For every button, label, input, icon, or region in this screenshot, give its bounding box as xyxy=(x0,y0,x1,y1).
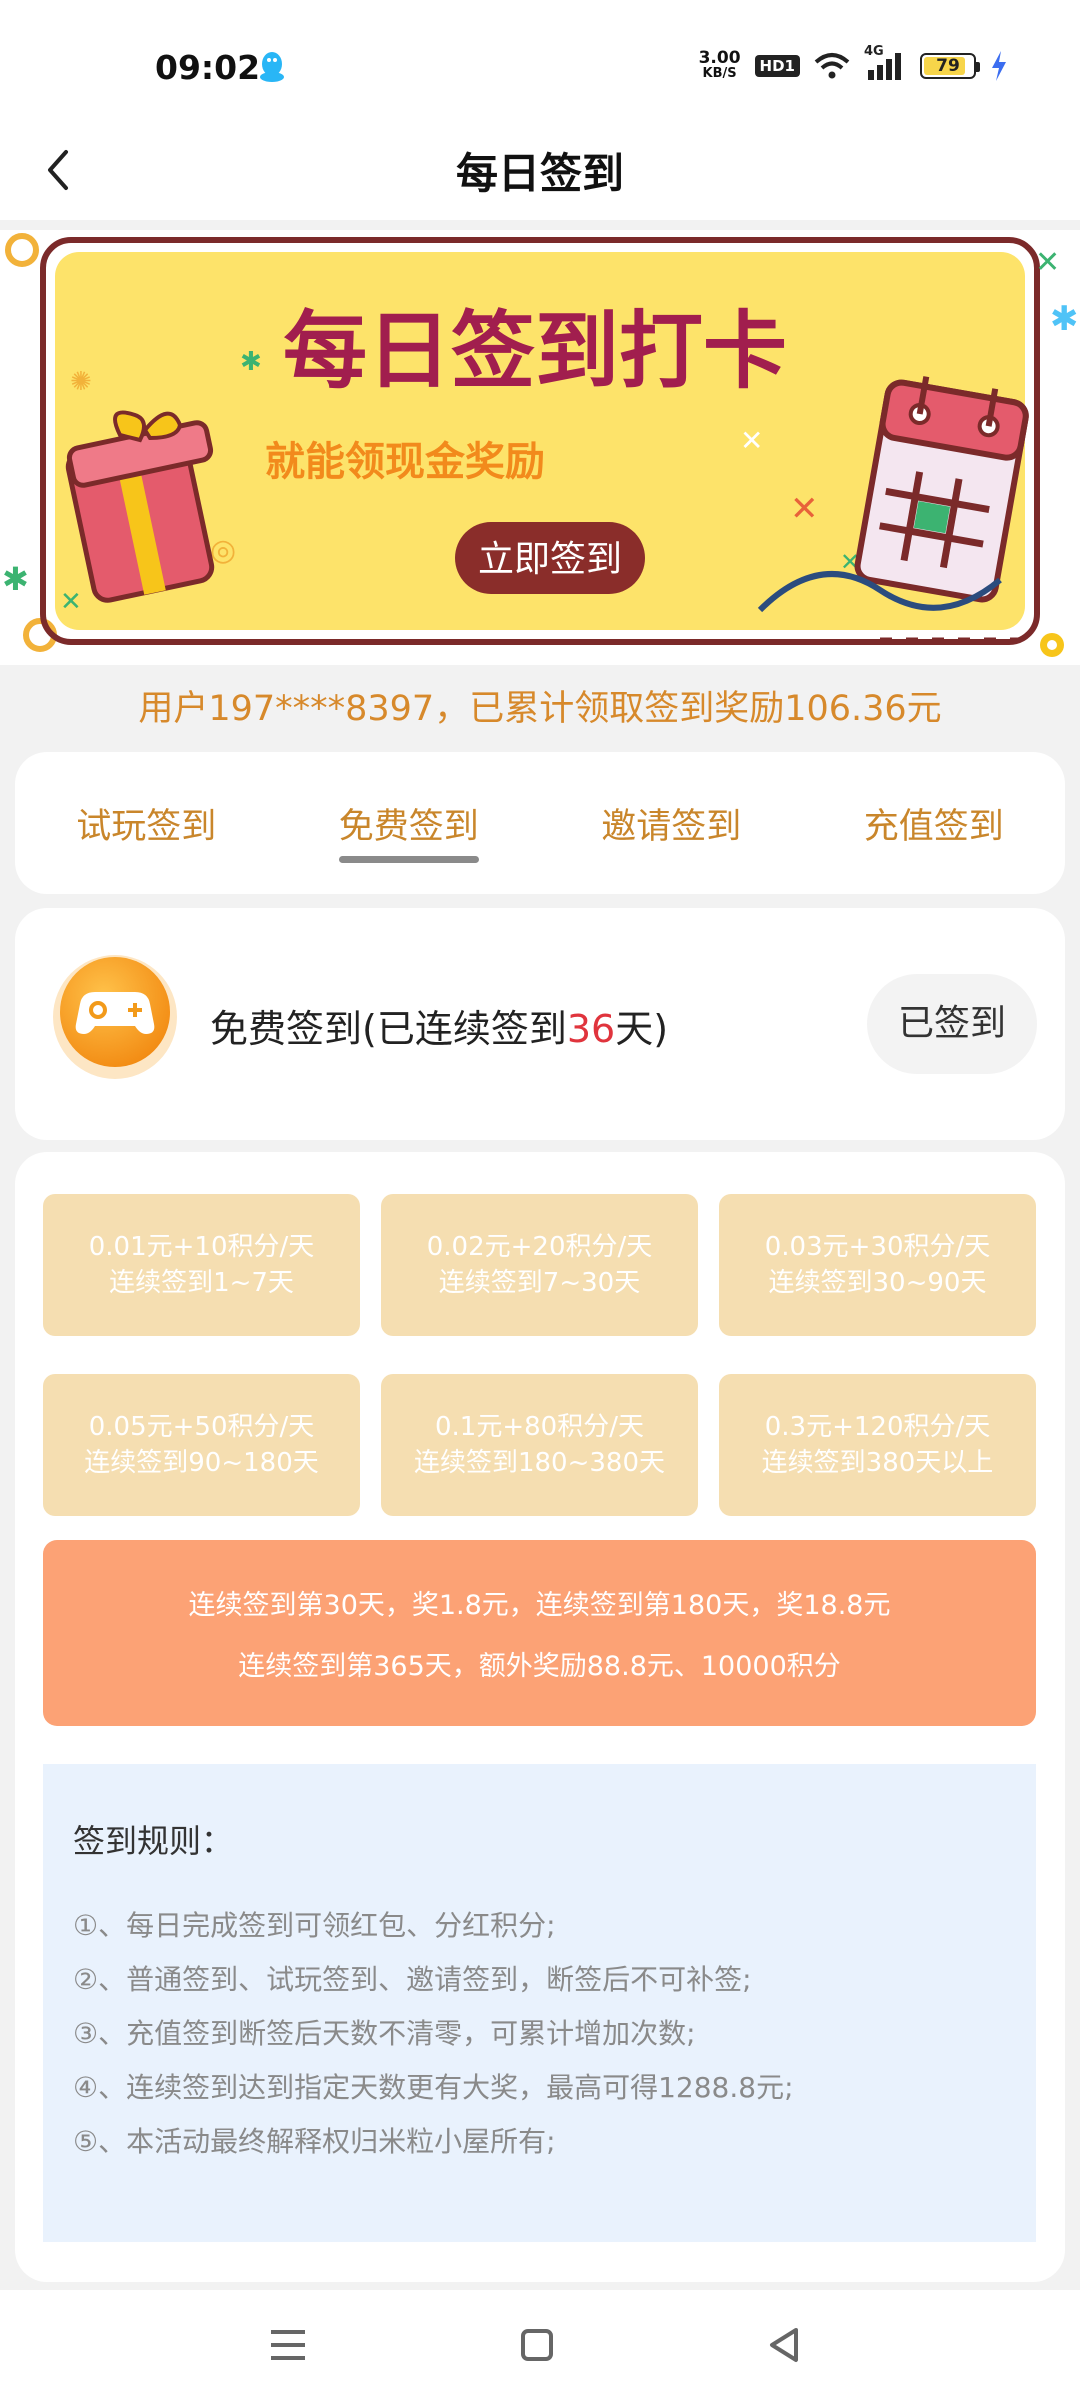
svg-text:✱: ✱ xyxy=(240,347,262,377)
bonus-line: 连续签到第30天，奖1.8元，连续签到第180天，奖18.8元 xyxy=(188,1590,891,1621)
gamepad-icon xyxy=(53,955,177,1079)
tier-card: 0.05元+50积分/天 连续签到90~180天 xyxy=(43,1374,360,1516)
daily-checkin-banner[interactable]: ✕ ✱ ✱ ✱ ✕ ✕ ✕ ✕ ◎ ✺ 每日签到打卡 就能领现金奖励 立即签到 xyxy=(0,230,1080,665)
svg-text:✱: ✱ xyxy=(2,560,29,598)
checkin-status-card: 免费签到(已连续签到36天) 已签到 xyxy=(15,908,1065,1140)
cellular-signal-icon: 4G xyxy=(864,44,906,82)
network-speed: 3.00 KB/S xyxy=(698,48,741,82)
tier-card: 0.02元+20积分/天 连续签到7~30天 xyxy=(381,1194,698,1336)
hd-icon: HD1 xyxy=(754,55,800,77)
status-bar: 09:02 3.00 KB/S HD1 4G 79 xyxy=(0,0,1080,120)
charging-bolt-icon xyxy=(992,51,1006,81)
svg-text:◎: ◎ xyxy=(210,533,236,568)
tier-card: 0.03元+30积分/天 连续签到30~90天 xyxy=(719,1194,1036,1336)
app-header: 每日签到 xyxy=(0,120,1080,220)
svg-text:✕: ✕ xyxy=(790,489,819,529)
back-triangle-icon[interactable] xyxy=(760,2320,810,2370)
rule-item: ④、连续签到达到指定天数更有大奖，最高可得1288.8元; xyxy=(73,2071,794,2104)
qq-penguin-icon xyxy=(260,52,284,82)
tier-card: 0.1元+80积分/天 连续签到180~380天 xyxy=(381,1374,698,1516)
rules-box: 签到规则： ①、每日完成签到可领红包、分红积分; ②、普通签到、试玩签到、邀请签… xyxy=(43,1764,1036,2242)
tier-card: 0.01元+10积分/天 连续签到1~7天 xyxy=(43,1194,360,1336)
banner-button-label: 立即签到 xyxy=(478,539,622,580)
system-nav-bar xyxy=(0,2290,1080,2400)
menu-icon[interactable] xyxy=(263,2320,313,2370)
svg-text:✕: ✕ xyxy=(60,587,82,617)
rule-item: ①、每日完成签到可领红包、分红积分; xyxy=(73,1909,556,1942)
page-title: 每日签到 xyxy=(455,149,624,198)
rules-title: 签到规则： xyxy=(73,1822,234,1860)
tier-card: 0.3元+120积分/天 连续签到380天以上 xyxy=(719,1374,1036,1516)
rule-item: ⑤、本活动最终解释权归米粒小屋所有; xyxy=(73,2125,556,2158)
svg-text:✕: ✕ xyxy=(740,424,763,457)
rules-list: ①、每日完成签到可领红包、分红积分; ②、普通签到、试玩签到、邀请签到，断签后不… xyxy=(73,1899,794,2169)
tab-invite-checkin[interactable]: 邀请签到 xyxy=(591,788,751,859)
banner-subline: 就能领现金奖励 xyxy=(265,439,545,485)
bonus-line: 连续签到第365天，额外奖励88.8元、10000积分 xyxy=(238,1651,841,1682)
consecutive-days-text: 免费签到(已连续签到36天) xyxy=(210,1007,669,1051)
tab-recharge-checkin[interactable]: 充值签到 xyxy=(854,788,1014,859)
wifi-icon xyxy=(814,53,850,79)
reward-summary: 用户197****8397，已累计领取签到奖励106.36元 xyxy=(138,689,942,729)
rule-item: ②、普通签到、试玩签到、邀请签到，断签后不可补签; xyxy=(73,1963,752,1996)
checkin-tabs: 试玩签到 免费签到 邀请签到 充值签到 xyxy=(15,752,1065,894)
battery-icon: 79 xyxy=(920,53,980,79)
banner-headline: 每日签到打卡 xyxy=(283,302,787,400)
svg-text:✱: ✱ xyxy=(1050,299,1079,339)
tab-trial-checkin[interactable]: 试玩签到 xyxy=(66,788,226,859)
home-icon[interactable] xyxy=(512,2320,562,2370)
bonus-rewards-box: 连续签到第30天，奖1.8元，连续签到第180天，奖18.8元 连续签到第365… xyxy=(43,1540,1036,1726)
rewards-card: 0.01元+10积分/天 连续签到1~7天 0.02元+20积分/天 连续签到7… xyxy=(15,1152,1065,2282)
rule-item: ③、充值签到断签后天数不清零，可累计增加次数; xyxy=(73,2017,696,2050)
svg-text:✺: ✺ xyxy=(70,367,92,397)
tab-free-checkin[interactable]: 免费签到 xyxy=(329,788,489,863)
status-icons: 3.00 KB/S HD1 4G 79 xyxy=(698,44,1008,82)
signed-in-button[interactable]: 已签到 xyxy=(867,974,1037,1074)
svg-text:✕: ✕ xyxy=(1035,245,1060,280)
status-time: 09:02 xyxy=(155,48,261,87)
consecutive-days-count: 36 xyxy=(566,1007,616,1051)
